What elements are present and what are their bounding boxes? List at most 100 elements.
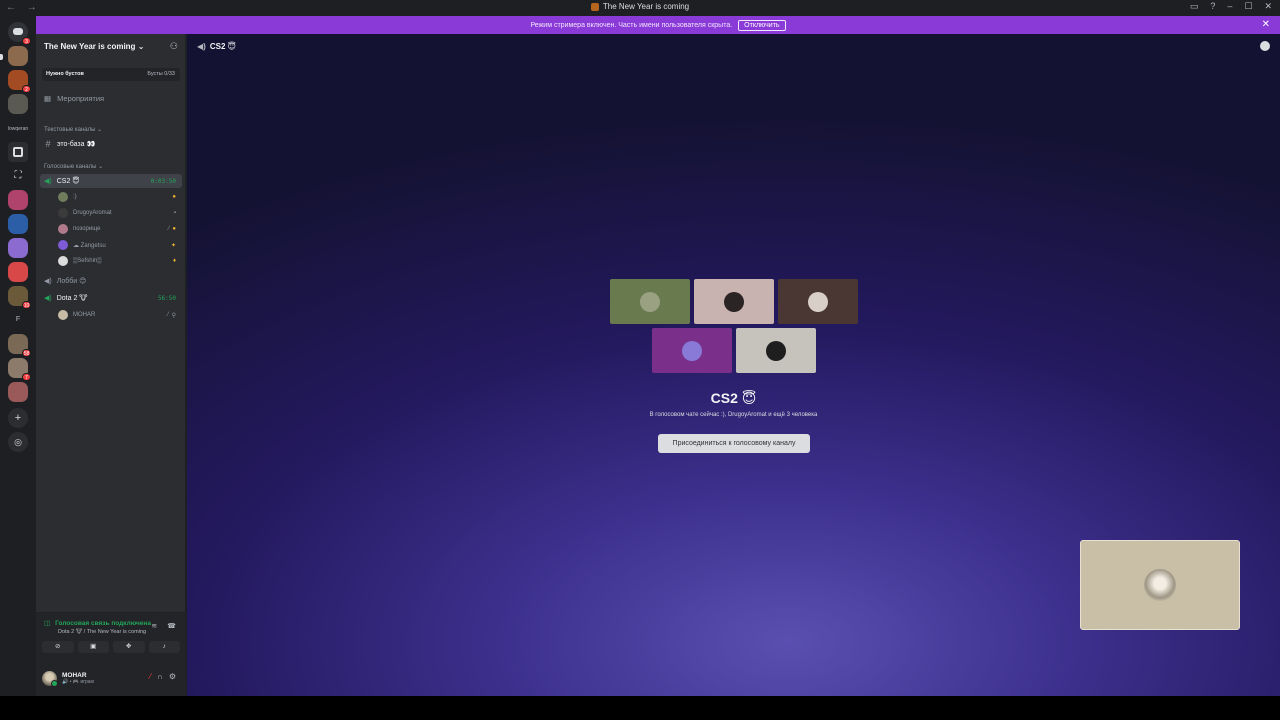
invite-icon[interactable]: ⚇ bbox=[170, 41, 178, 52]
avatar bbox=[724, 291, 744, 312]
screen-icon: ▪ bbox=[173, 210, 176, 216]
mic-muted-icon[interactable]: ⁄ bbox=[150, 672, 151, 681]
streamer-mode-banner: Режим стримера включен. Часть имени поль… bbox=[36, 16, 1280, 34]
voice-user[interactable]: ▒Sefshin▒ ♦ bbox=[58, 254, 182, 268]
disconnect-icon[interactable]: ☎ bbox=[167, 622, 176, 630]
channel-label: CS2 😇 bbox=[56, 178, 80, 185]
server-icon[interactable] bbox=[8, 142, 28, 162]
participant-tile[interactable] bbox=[778, 279, 858, 324]
speaker-icon: ◀) bbox=[44, 278, 52, 285]
speaker-icon: ◀) bbox=[197, 42, 206, 51]
server-icon[interactable] bbox=[8, 262, 28, 282]
boost-count: Бусты 0/33 bbox=[147, 71, 175, 77]
voice-channel-cs2[interactable]: ◀) CS2 😇 0:03:50 bbox=[40, 174, 182, 188]
gear-icon[interactable]: ⚙ bbox=[169, 672, 176, 681]
voice-user-name: ▒Sefshin▒ bbox=[73, 258, 102, 264]
voice-user[interactable]: позорище ⁄ ● bbox=[58, 222, 182, 236]
banner-text: Режим стримера включен. Часть имени поль… bbox=[530, 21, 733, 29]
server-name: The New Year is coming bbox=[44, 42, 136, 51]
unread-badge: 7 bbox=[22, 373, 31, 381]
channel-text[interactable]: # это-база 👀 bbox=[40, 137, 182, 151]
avatar bbox=[1144, 569, 1176, 601]
mic-muted-icon: ⁄ bbox=[168, 226, 170, 232]
participant-tile[interactable] bbox=[694, 279, 774, 324]
maximize-icon[interactable]: ☐ bbox=[1244, 1, 1252, 12]
noise-suppression-icon[interactable]: ≋ bbox=[151, 622, 157, 630]
title-bar: ← → The New Year is coming ▭ ? – ☐ ✕ bbox=[0, 0, 1280, 16]
home-button[interactable]: 3 bbox=[8, 22, 31, 45]
server-icon[interactable]: 7 bbox=[8, 358, 31, 381]
activities-button[interactable]: ✥ bbox=[113, 641, 145, 653]
server-icon[interactable] bbox=[8, 238, 28, 258]
voice-user-name: DrugoyAromat bbox=[73, 210, 112, 216]
close-window-icon[interactable]: ✕ bbox=[1264, 1, 1272, 12]
minimize-icon[interactable]: – bbox=[1227, 1, 1232, 12]
self-preview-tile[interactable] bbox=[1080, 540, 1240, 630]
category-text-channels[interactable]: Текстовые каналы ⌄ bbox=[44, 126, 102, 133]
voice-channel-dota2[interactable]: ◀) Dota 2 🐮 56:50 bbox=[40, 291, 182, 305]
box-icon bbox=[13, 147, 23, 157]
participant-tile[interactable] bbox=[736, 328, 816, 373]
voice-actions: ≋ ☎ bbox=[151, 622, 176, 630]
disable-streamer-button[interactable]: Отключить bbox=[738, 19, 786, 31]
server-icon[interactable]: 2 bbox=[8, 70, 31, 93]
avatar bbox=[58, 310, 68, 320]
activity-icon: ● bbox=[172, 194, 176, 200]
gamepad-icon[interactable]: ⛶ bbox=[8, 166, 28, 186]
user-panel: МОНАR 🔊 • 🎮 играю ⁄ ∩ ⚙ bbox=[42, 667, 180, 689]
discord-icon bbox=[13, 28, 23, 35]
channel-title: CS2 😇 bbox=[209, 42, 236, 51]
close-icon[interactable]: ✕ bbox=[1262, 19, 1270, 30]
server-icon[interactable]: 58 bbox=[8, 334, 31, 357]
voice-channel-title: CS2 😇 bbox=[710, 390, 757, 406]
participant-tile[interactable] bbox=[610, 279, 690, 324]
server-icon[interactable] bbox=[8, 94, 28, 114]
voice-user[interactable]: :) ● bbox=[58, 190, 182, 204]
folder-letter: F bbox=[15, 316, 21, 323]
avatar bbox=[682, 340, 702, 361]
add-server-icon[interactable]: + bbox=[8, 408, 28, 428]
server-icon[interactable] bbox=[8, 214, 28, 234]
voice-channel-subtitle: В голосовом чате сейчас :), DrugoyAromat… bbox=[649, 412, 818, 418]
voice-user[interactable]: МОНАR ⁄ ⚲ bbox=[58, 308, 182, 322]
headphones-icon[interactable]: ∩ bbox=[157, 672, 163, 681]
channel-sidebar: The New Year is coming ⌄ ⚇ Нужно бустов … bbox=[36, 34, 186, 696]
camera-button[interactable]: ⊘ bbox=[42, 641, 74, 653]
chevron-down-icon: ⌄ bbox=[97, 127, 103, 133]
voice-user-name: МОНАR bbox=[73, 312, 96, 318]
status-icons: ⁄ ⚲ bbox=[168, 312, 176, 319]
window-title-text: The New Year is coming bbox=[602, 2, 690, 11]
screen-share-button[interactable]: ▣ bbox=[77, 641, 109, 653]
voice-user-name: ☁ Zangetsu bbox=[73, 242, 106, 249]
window-controls: ▭ ? – ☐ ✕ bbox=[1190, 1, 1272, 12]
voice-user[interactable]: DrugoyAromat ▪ bbox=[58, 206, 182, 220]
server-header[interactable]: The New Year is coming ⌄ ⚇ bbox=[36, 34, 186, 60]
discover-icon[interactable]: ◎ bbox=[8, 432, 28, 452]
voice-channel-lobby[interactable]: ◀) Лобби 😊 bbox=[40, 274, 182, 288]
soundboard-button[interactable]: ♪ bbox=[148, 641, 180, 653]
join-voice-button[interactable]: Присоединиться к голосовому каналу bbox=[658, 434, 810, 453]
participant-tile[interactable] bbox=[652, 328, 732, 373]
category-voice-channels[interactable]: Голосовые каналы ⌄ bbox=[44, 163, 103, 170]
category-label: Голосовые каналы bbox=[44, 164, 97, 170]
voice-location[interactable]: Dota 2 🐮 / The New Year is coming bbox=[58, 629, 146, 635]
boost-progress[interactable]: Нужно бустов Бусты 0/33 bbox=[42, 68, 180, 81]
chevron-down-icon: ⌄ bbox=[98, 164, 104, 170]
events-label: Мероприятия bbox=[57, 94, 105, 103]
server-icon[interactable] bbox=[8, 46, 28, 66]
events-item[interactable]: ▦ Мероприятия bbox=[44, 94, 104, 103]
avatar[interactable] bbox=[42, 670, 58, 687]
chat-icon[interactable] bbox=[1260, 41, 1270, 51]
server-icon[interactable] bbox=[8, 382, 28, 402]
voice-user[interactable]: ☁ Zangetsu ✦ bbox=[58, 238, 182, 252]
server-icon[interactable] bbox=[8, 190, 28, 210]
mic-muted-icon: ⁄ bbox=[167, 311, 169, 318]
channel-timer: 0:03:50 bbox=[150, 177, 176, 185]
avatar bbox=[58, 256, 68, 266]
chevron-down-icon: ⌄ bbox=[137, 42, 145, 51]
help-icon[interactable]: ? bbox=[1210, 1, 1215, 12]
voice-status-text: Голосовая связь подключена bbox=[55, 619, 151, 627]
user-info[interactable]: МОНАR 🔊 • 🎮 играю bbox=[62, 672, 94, 685]
inbox-icon[interactable]: ▭ bbox=[1190, 1, 1199, 12]
server-icon[interactable]: 10 bbox=[8, 286, 31, 309]
